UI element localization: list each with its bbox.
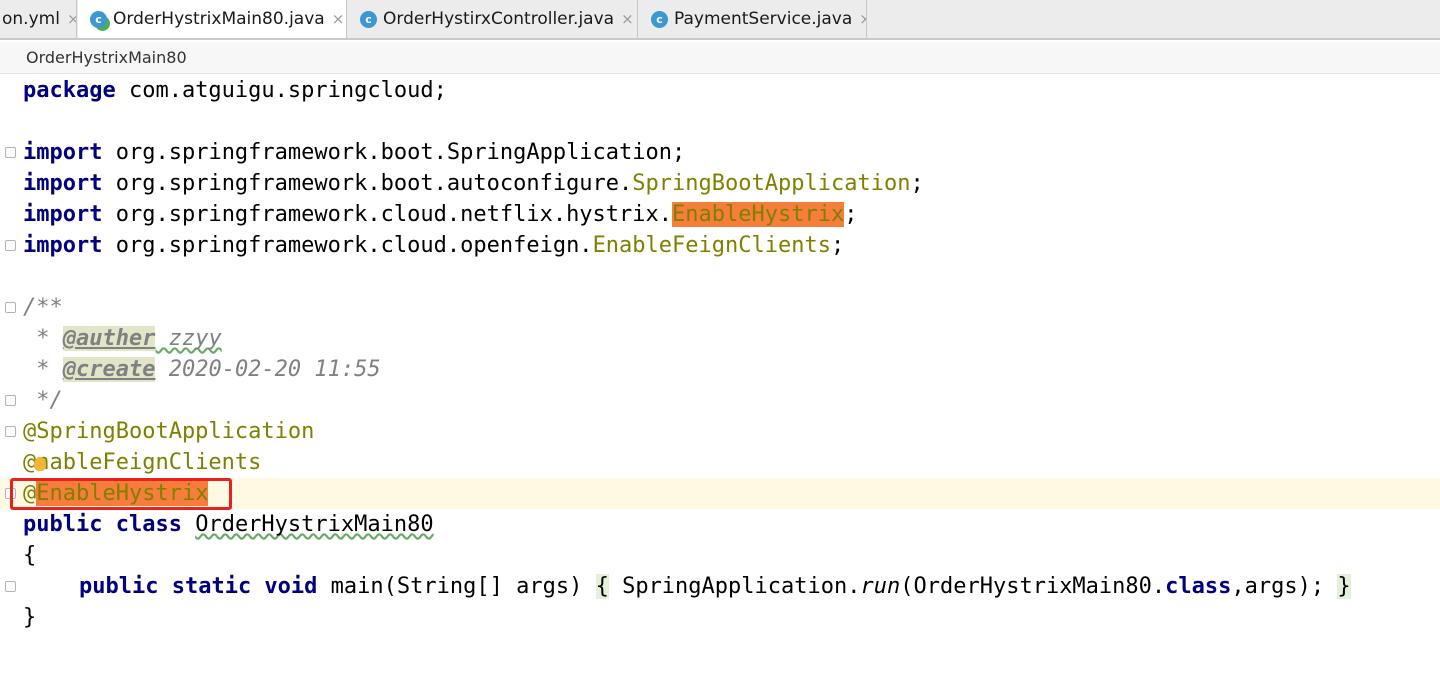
keyword: public class xyxy=(23,512,182,537)
breadcrumb[interactable]: OrderHystrixMain80 xyxy=(0,42,1440,74)
import-class: SpringBootApplication xyxy=(632,171,911,196)
code-line: import org.springframework.boot.autoconf… xyxy=(0,168,1440,199)
method-call: run xyxy=(860,574,901,599)
tab-order-hystirx-controller[interactable]: c OrderHystirxController.java × xyxy=(348,0,638,38)
tab-payment-service[interactable]: c PaymentService.java × xyxy=(639,0,867,38)
fold-toggle-icon[interactable] xyxy=(5,302,16,313)
fold-toggle-icon[interactable] xyxy=(5,426,16,437)
code-line: public static void main(String[] args) {… xyxy=(0,571,1440,602)
brace: { xyxy=(23,543,37,568)
lightbulb-icon[interactable] xyxy=(34,457,46,471)
code-line: */ xyxy=(0,385,1440,416)
search-highlight: EnableHystrix xyxy=(672,202,845,227)
class-name: OrderHystrixMain80 xyxy=(195,512,434,537)
tab-label: OrderHystrixMain80.java xyxy=(113,9,325,29)
semicolon: ; xyxy=(830,233,845,258)
code-line: import org.springframework.cloud.openfei… xyxy=(0,230,1440,261)
fold-toggle-icon[interactable] xyxy=(5,147,16,158)
code-line: * @auther zzyy xyxy=(0,323,1440,354)
code-line: @SpringBootApplication xyxy=(0,416,1440,447)
tab-order-hystrix-main80[interactable]: c OrderHystrixMain80.java × xyxy=(78,0,347,38)
folded-brace[interactable]: { xyxy=(595,574,609,599)
tab-label: PaymentService.java xyxy=(674,9,853,29)
code-line: { xyxy=(0,540,1440,571)
doc-comment: zzyy xyxy=(155,326,222,351)
javadoc-tag: @auther xyxy=(62,326,156,351)
java-class-icon: c xyxy=(651,10,668,28)
tab-application-yml[interactable]: on.yml × xyxy=(0,0,77,38)
fold-toggle-icon[interactable] xyxy=(5,581,16,592)
tab-label: on.yml xyxy=(2,9,60,29)
import-class: EnableFeignClients xyxy=(592,233,831,258)
keyword: class xyxy=(1165,574,1232,599)
code-line: /** xyxy=(0,292,1440,323)
annotation: nableFeignClients xyxy=(36,450,262,475)
semicolon: ; xyxy=(844,202,858,227)
folded-brace[interactable]: } xyxy=(1337,574,1351,599)
close-icon[interactable]: × xyxy=(621,10,634,28)
code-line: import org.springframework.boot.SpringAp… xyxy=(0,137,1440,168)
close-icon[interactable]: × xyxy=(332,10,345,28)
java-class-icon: c xyxy=(360,10,377,28)
keyword: public static void xyxy=(79,574,318,599)
editor-tab-bar: on.yml × c OrderHystrixMain80.java × c O… xyxy=(0,0,1440,40)
keyword: import xyxy=(23,233,103,258)
package-name: com.atguigu.springcloud; xyxy=(115,78,447,103)
import-path: org.springframework.cloud.netflix.hystri… xyxy=(102,202,673,227)
method-body: SpringApplication. xyxy=(608,574,861,599)
fold-toggle-icon[interactable] xyxy=(5,240,16,251)
doc-comment: /** xyxy=(23,295,63,320)
code-line: * @create 2020-02-20 11:55 xyxy=(0,354,1440,385)
close-icon[interactable]: × xyxy=(67,10,76,28)
import-path: org.springframework.boot.autoconfigure. xyxy=(102,171,633,196)
method-body: ,args); xyxy=(1231,574,1338,599)
import-path: org.springframework.boot.SpringApplicati… xyxy=(102,140,686,165)
keyword: import xyxy=(23,202,103,227)
doc-comment: */ xyxy=(23,388,63,413)
semicolon: ; xyxy=(910,171,924,196)
doc-comment: 2020-02-20 11:55 xyxy=(155,357,381,382)
annotation: @SpringBootApplication xyxy=(23,419,315,444)
import-path: org.springframework.cloud.openfeign. xyxy=(102,233,593,258)
code-line: package com.atguigu.springcloud; xyxy=(0,75,1440,106)
red-highlight-box xyxy=(10,478,232,510)
method-body: (OrderHystrixMain80. xyxy=(900,574,1166,599)
code-editor[interactable]: package com.atguigu.springcloud; import … xyxy=(0,75,1440,649)
doc-comment: * xyxy=(23,357,63,382)
keyword: import xyxy=(23,140,103,165)
code-line: @nableFeignClients xyxy=(0,447,1440,478)
code-line: import org.springframework.cloud.netflix… xyxy=(0,199,1440,230)
doc-comment: * xyxy=(23,326,63,351)
tab-label: OrderHystirxController.java xyxy=(383,9,615,29)
fold-toggle-icon[interactable] xyxy=(5,395,16,406)
close-icon[interactable]: × xyxy=(859,10,866,28)
breadcrumb-item[interactable]: OrderHystrixMain80 xyxy=(26,48,187,67)
javadoc-tag: @create xyxy=(62,357,156,382)
method-signature: main(String[] args) xyxy=(317,574,596,599)
brace: } xyxy=(23,605,37,630)
java-main-class-icon: c xyxy=(90,10,107,28)
code-line: public class OrderHystrixMain80 xyxy=(0,509,1440,540)
keyword: package xyxy=(23,78,116,103)
code-line: } xyxy=(0,602,1440,633)
keyword: import xyxy=(23,171,103,196)
